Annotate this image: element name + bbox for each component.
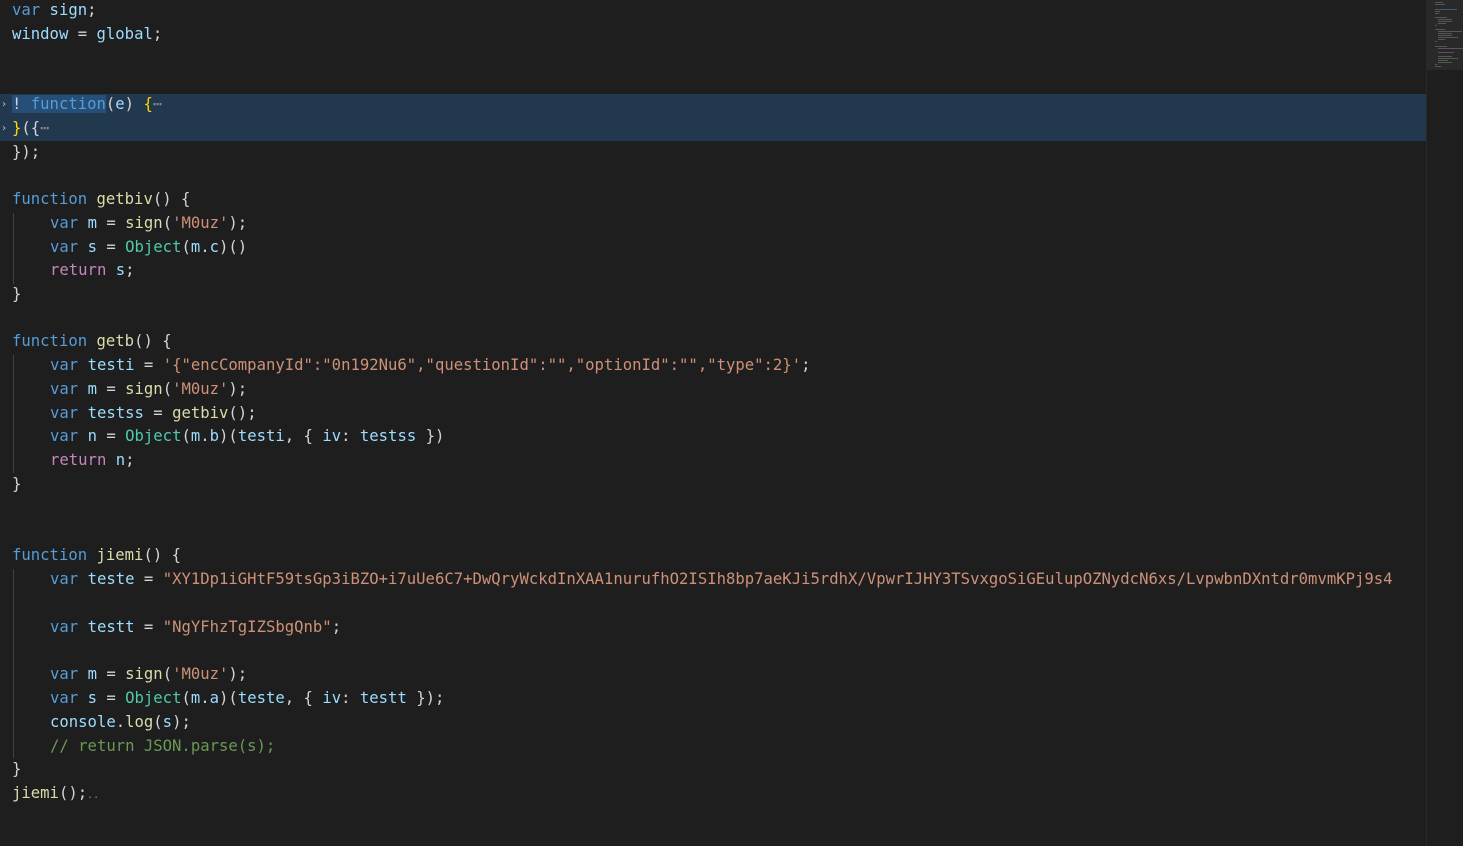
- minimap-line: [1438, 33, 1452, 34]
- folded-region-ellipsis[interactable]: ⋯: [40, 119, 49, 137]
- code-line-folded-iife: ! function(e) {⋯: [12, 95, 163, 113]
- minimap-line: [1438, 52, 1454, 53]
- code-line-getbiv-decl: function getbiv() {: [12, 190, 191, 208]
- minimap-line: [1435, 11, 1440, 12]
- code-line-1: var sign;: [12, 1, 97, 19]
- code-line-jiemi-call: jiemi();..: [12, 784, 100, 802]
- code-line-jiemi-comment: // return JSON.parse(s);: [50, 737, 276, 755]
- code-line-2: window = global;: [12, 25, 163, 43]
- minimap-line: [1435, 25, 1437, 26]
- selection-highlight: [0, 94, 1426, 141]
- code-line-getb-return: return n;: [50, 451, 135, 469]
- code-line-jiemi-close: }: [12, 760, 22, 778]
- minimap-line: [1438, 39, 1445, 40]
- code-line-getb-n: var n = Object(m.b)(testi, { iv: testss …: [50, 427, 445, 445]
- minimap-line: [1435, 41, 1437, 42]
- code-line-jiemi-m: var m = sign('M0uz');: [50, 665, 248, 683]
- minimap-line: [1438, 21, 1452, 22]
- minimap-line: [1435, 13, 1439, 14]
- minimap-line: [1438, 37, 1458, 38]
- code-line-getb-decl: function getb() {: [12, 332, 172, 350]
- code-line-jiemi-console: console.log(s);: [50, 713, 191, 731]
- code-line-jiemi-teste: var teste = "XY1Dp1iGHtF59tsGp3iBZO+i7uU…: [50, 570, 1393, 588]
- fold-chevron-icon[interactable]: ›: [1, 93, 7, 117]
- code-line-jiemi-s: var s = Object(m.a)(teste, { iv: testt }…: [50, 689, 445, 707]
- code-line-getbiv-close: }: [12, 285, 22, 303]
- minimap-line: [1438, 35, 1452, 36]
- minimap-line: [1435, 9, 1457, 10]
- minimap-line: [1435, 2, 1443, 3]
- code-line-getb-testss: var testss = getbiv();: [50, 404, 257, 422]
- fold-chevron-icon[interactable]: ›: [1, 117, 7, 141]
- minimap-line: [1438, 60, 1448, 61]
- code-editor[interactable]: › › var sign; window = global; ! functio…: [0, 0, 1463, 846]
- minimap-line: [1438, 23, 1446, 24]
- code-line-getbiv-s: var s = Object(m.c)(): [50, 238, 248, 256]
- code-line-folded-args: }({⋯: [12, 119, 50, 137]
- minimap[interactable]: [1426, 0, 1463, 846]
- editor-text-area[interactable]: › › var sign; window = global; ! functio…: [0, 0, 1426, 846]
- minimap-line: [1438, 48, 1463, 49]
- code-line-getb-testi: var testi = '{"encCompanyId":"0n192Nu6",…: [50, 356, 811, 374]
- code-line-getbiv-return: return s;: [50, 261, 135, 279]
- minimap-line: [1435, 17, 1447, 18]
- code-line-close-iife: });: [12, 143, 41, 161]
- code-line-getb-m: var m = sign('M0uz');: [50, 380, 248, 398]
- code-line-jiemi-testt: var testt = "NgYFhzTgIZSbgQnb";: [50, 618, 342, 636]
- minimap-line: [1438, 19, 1452, 20]
- code-line-getb-close: }: [12, 475, 22, 493]
- minimap-line: [1435, 64, 1437, 65]
- minimap-line: [1435, 4, 1445, 5]
- minimap-line: [1435, 66, 1441, 67]
- minimap-line: [1438, 58, 1458, 59]
- minimap-line: [1438, 56, 1452, 57]
- minimap-line: [1438, 62, 1452, 63]
- code-line-jiemi-decl: function jiemi() {: [12, 546, 182, 564]
- minimap-line: [1435, 29, 1445, 30]
- code-line-getbiv-m: var m = sign('M0uz');: [50, 214, 248, 232]
- minimap-line: [1438, 31, 1462, 32]
- folded-region-ellipsis[interactable]: ⋯: [153, 95, 162, 113]
- minimap-line: [1435, 46, 1447, 47]
